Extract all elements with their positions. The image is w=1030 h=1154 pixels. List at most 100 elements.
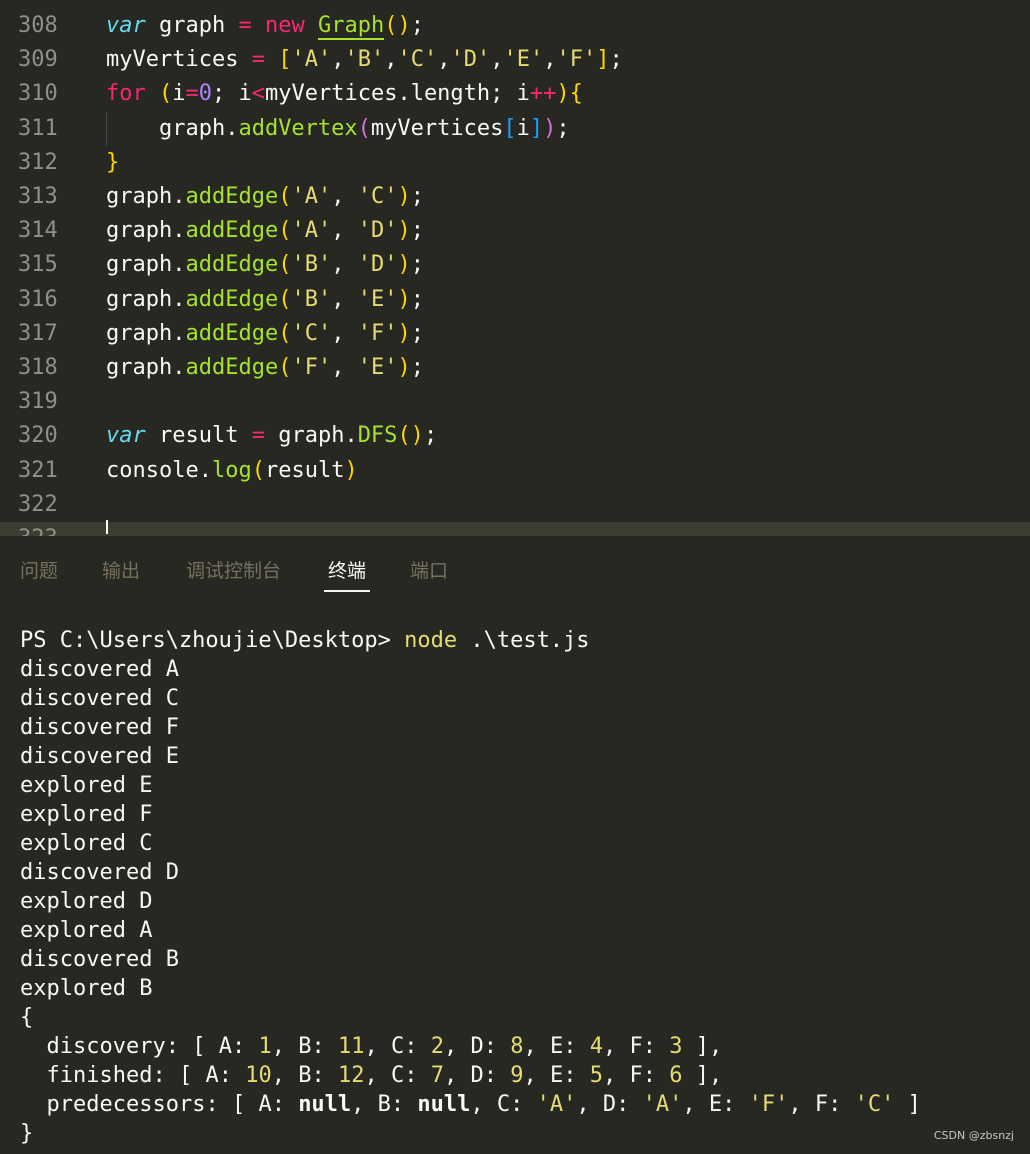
code-text: graph.addEdge('F', 'E');: [106, 351, 424, 385]
output-token: ,: [271, 1063, 299, 1088]
line-number: 312: [18, 149, 58, 175]
code-token: new: [264, 13, 305, 38]
output-token: finished: [46, 1063, 153, 1088]
code-token: 'F': [291, 355, 332, 380]
code-token: ): [397, 286, 411, 312]
output-token: A: [205, 1063, 219, 1088]
code-token: i: [172, 81, 186, 107]
code-token: =: [251, 47, 265, 73]
output-token: [20, 1092, 47, 1117]
line-number: 322: [18, 491, 58, 517]
code-token: ,: [331, 218, 358, 244]
output-token: :: [271, 1092, 299, 1117]
code-line: 319: [0, 385, 1030, 419]
code-line: 317 graph.addEdge('C', 'F');: [0, 317, 1030, 351]
code-text: graph.addEdge('B', 'D');: [106, 248, 424, 282]
output-token: :: [483, 1034, 511, 1059]
output-token: ,: [470, 1092, 497, 1117]
code-token: 'B': [344, 47, 385, 73]
code-token: ++: [529, 81, 557, 107]
line-number: 320: [18, 423, 58, 449]
line-number: 311: [18, 115, 58, 141]
code-token: ,: [331, 286, 358, 312]
output-token: 4: [589, 1034, 603, 1059]
output-token: ],: [695, 1063, 723, 1088]
command-text: node: [404, 628, 458, 653]
terminal-prompt-line: PS C:\Users\zhoujie\Desktop> node .\test…: [20, 626, 590, 655]
code-token: 'D': [357, 218, 398, 244]
code-line: 320 var result = graph.DFS();: [0, 419, 1030, 453]
output-token: F: [629, 1034, 643, 1059]
output-token: : [: [165, 1034, 219, 1059]
tab-problems[interactable]: 问题: [20, 556, 58, 583]
output-token: :: [231, 1034, 259, 1059]
code-text: }: [106, 146, 119, 180]
code-token: result: [145, 423, 252, 449]
code-line: 323: [0, 522, 1030, 536]
code-token: 'B': [291, 286, 332, 312]
code-token: addVertex: [238, 115, 358, 141]
output-token: C: [390, 1063, 405, 1088]
object-property-line: finished: [ A: 10, B: 12, C: 7, D: 9, E:…: [20, 1061, 723, 1090]
output-token: E: [549, 1034, 564, 1059]
tab-ports[interactable]: 端口: [410, 556, 448, 583]
terminal-output-line: explored E: [20, 773, 153, 798]
code-token: graph.: [106, 355, 186, 380]
code-token: addEdge: [185, 184, 279, 209]
code-token: ): [397, 218, 411, 244]
code-token: ;: [410, 218, 424, 244]
output-token: :: [218, 1063, 246, 1088]
code-token: 'A': [291, 47, 332, 73]
code-token: {: [569, 81, 583, 107]
code-token: 'C': [397, 47, 438, 73]
code-token: graph.: [106, 115, 239, 141]
code-editor[interactable]: 308 var graph = new Graph(); 309 myVertices…: [0, 0, 1030, 536]
tab-terminal[interactable]: 终端: [328, 556, 366, 583]
code-line: 310 for (i=0; i<myVertices.length; i++){: [0, 77, 1030, 111]
code-token: graph.: [264, 423, 358, 449]
code-token: ;: [410, 286, 424, 312]
panel-tab-bar: 问题 输出 调试控制台 终端 端口: [0, 536, 1030, 598]
output-token: :: [311, 1034, 338, 1059]
line-number: 316: [18, 286, 58, 312]
code-token: ): [397, 355, 411, 380]
code-line: 313 graph.addEdge('A', 'C');: [0, 180, 1030, 214]
watermark: CSDN @zbsnzj: [933, 1129, 1014, 1142]
code-token: ): [344, 457, 358, 483]
output-token: :: [722, 1092, 749, 1117]
code-line: 321 console.log(result): [0, 454, 1030, 488]
terminal[interactable]: PS C:\Users\zhoujie\Desktop> node .\test…: [0, 598, 1030, 1154]
code-text: graph.addEdge('A', 'D');: [106, 214, 424, 248]
output-token: 12: [337, 1063, 365, 1088]
code-token: Graph: [317, 13, 385, 40]
code-token: var: [106, 13, 146, 38]
code-token: 'B': [291, 252, 332, 278]
code-token: [: [278, 47, 292, 73]
output-token: E: [549, 1063, 564, 1088]
output-token: :: [390, 1092, 418, 1117]
code-token: (: [278, 252, 292, 278]
code-line: 311 graph.addVertex(myVertices[i]);: [0, 112, 1030, 146]
output-token: :: [642, 1034, 670, 1059]
output-token: 7: [430, 1063, 444, 1088]
output-token: ,: [602, 1034, 630, 1059]
output-token: 2: [430, 1034, 444, 1059]
code-token: ;: [410, 184, 424, 209]
code-token: 'D': [357, 252, 398, 278]
code-text: var graph = new Graph();: [106, 9, 424, 43]
code-token: graph.: [106, 286, 186, 312]
output-token: :: [563, 1063, 590, 1088]
code-token: myVertices: [106, 47, 252, 73]
tab-debug-console[interactable]: 调试控制台: [186, 556, 281, 583]
code-token: 'F': [357, 320, 398, 346]
output-token: 'F': [748, 1092, 789, 1117]
terminal-output-line: explored D: [20, 889, 153, 914]
object-open-brace: {: [20, 1005, 34, 1030]
code-text: graph.addEdge('A', 'C');: [106, 180, 424, 214]
code-token: 'C': [357, 184, 398, 209]
code-token: 'C': [291, 320, 332, 346]
code-line: 309 myVertices = ['A','B','C','D','E','F'…: [0, 43, 1030, 77]
tab-output[interactable]: 输出: [102, 556, 140, 583]
